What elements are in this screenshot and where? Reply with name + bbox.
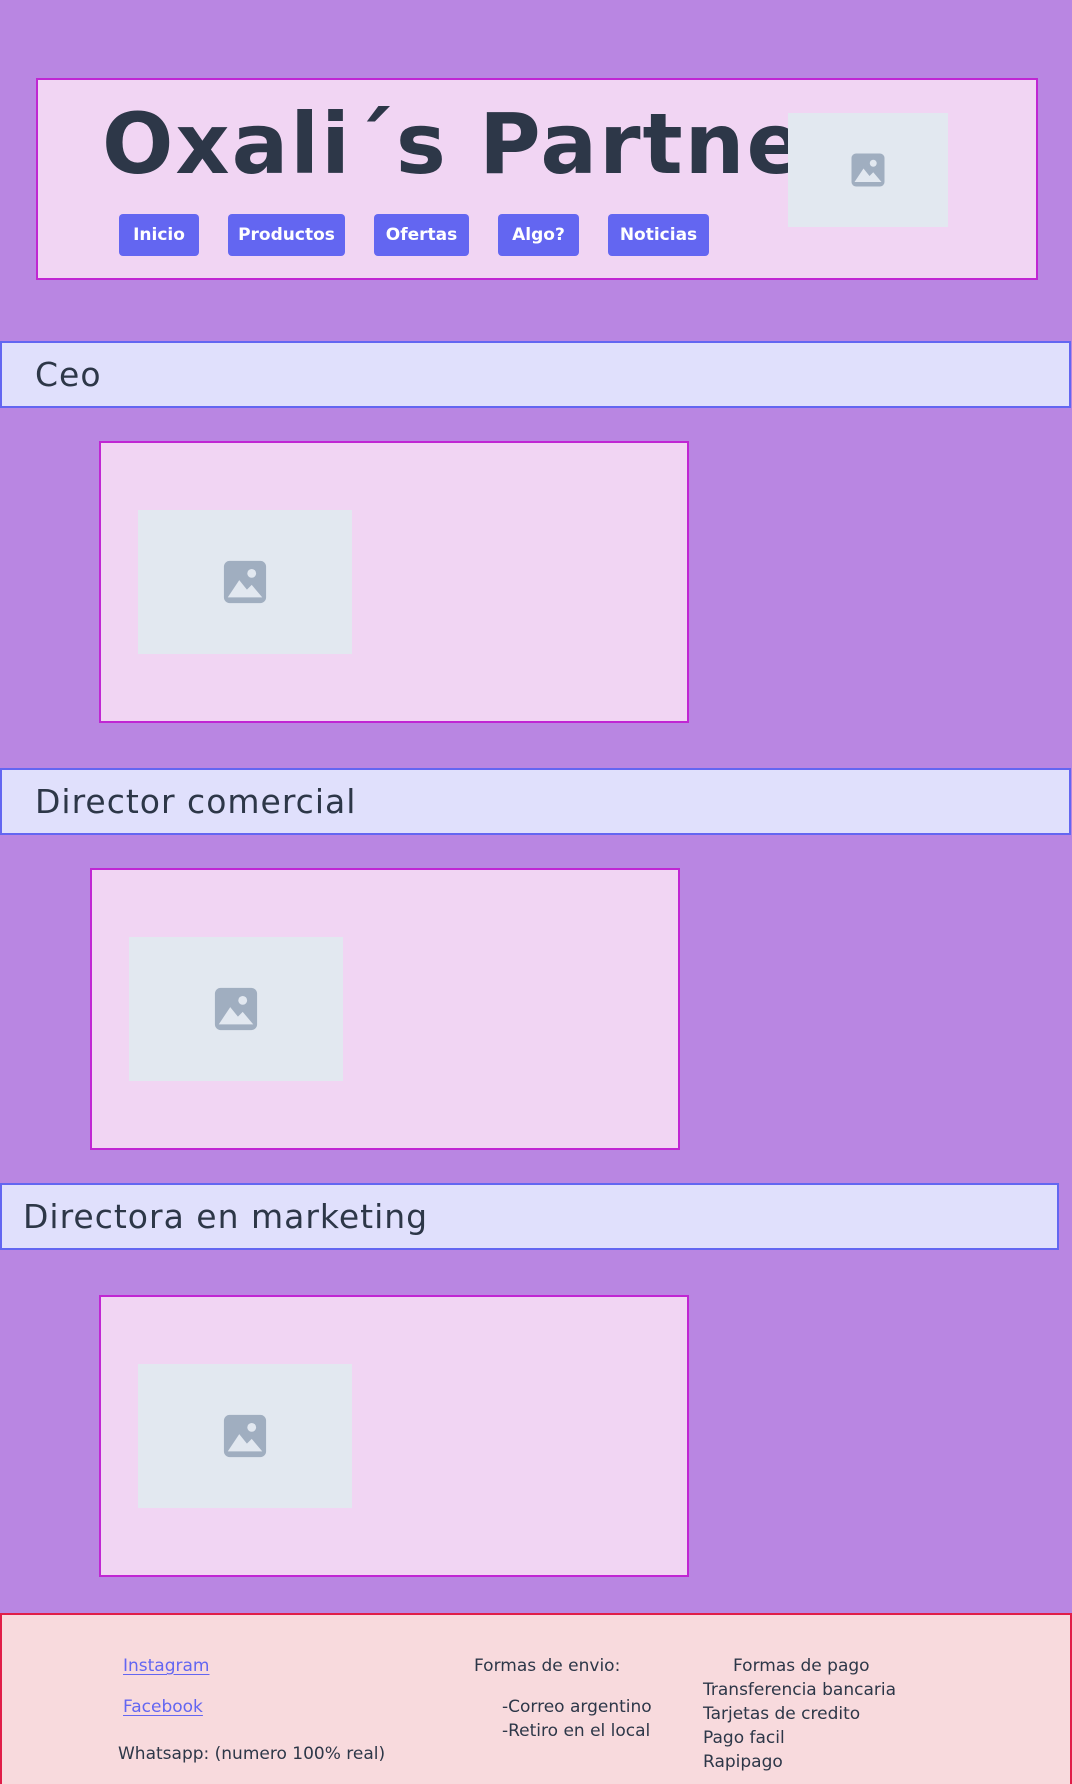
- payment-item: Transferencia bancaria: [703, 1680, 896, 1700]
- payment-item: Pago facil: [703, 1728, 785, 1748]
- nav-noticias-button[interactable]: Noticias: [608, 214, 709, 256]
- profile-image: [138, 1364, 352, 1508]
- logo-image: [788, 113, 948, 227]
- payment-item: Rapipago: [703, 1752, 783, 1772]
- section-heading-ceo: Ceo: [0, 341, 1071, 408]
- nav-productos-button[interactable]: Productos: [228, 214, 345, 256]
- profile-card-director-comercial: [90, 868, 680, 1150]
- facebook-link[interactable]: Facebook: [123, 1699, 203, 1716]
- image-placeholder-icon: [223, 560, 267, 604]
- section-heading-directora-marketing: Directora en marketing: [0, 1183, 1059, 1250]
- profile-image: [138, 510, 352, 654]
- profile-card-directora-marketing: [99, 1295, 689, 1577]
- site-title: Oxali´s Partners: [102, 95, 901, 193]
- instagram-link[interactable]: Instagram: [123, 1658, 210, 1675]
- shipping-item: -Retiro en el local: [502, 1721, 651, 1741]
- whatsapp-text: Whatsapp: (numero 100% real): [118, 1744, 386, 1764]
- section-title: Ceo: [35, 355, 102, 394]
- nav-inicio-button[interactable]: Inicio: [119, 214, 199, 256]
- profile-image: [129, 937, 343, 1081]
- image-placeholder-icon: [851, 153, 885, 187]
- section-title: Director comercial: [35, 782, 357, 821]
- profile-card-ceo: [99, 441, 689, 723]
- site-footer: Instagram Facebook Whatsapp: (numero 100…: [0, 1613, 1072, 1784]
- image-placeholder-icon: [223, 1414, 267, 1458]
- payment-item: Tarjetas de credito: [703, 1704, 861, 1724]
- site-header: Oxali´s Partners Inicio Productos Oferta…: [36, 78, 1038, 280]
- payment-title: Formas de pago: [733, 1656, 870, 1676]
- shipping-title: Formas de envio:: [474, 1656, 621, 1676]
- nav-algo-button[interactable]: Algo?: [498, 214, 579, 256]
- section-heading-director-comercial: Director comercial: [0, 768, 1071, 835]
- image-placeholder-icon: [214, 987, 258, 1031]
- section-title: Directora en marketing: [23, 1197, 429, 1236]
- shipping-item: -Correo argentino: [502, 1697, 652, 1717]
- nav-ofertas-button[interactable]: Ofertas: [374, 214, 469, 256]
